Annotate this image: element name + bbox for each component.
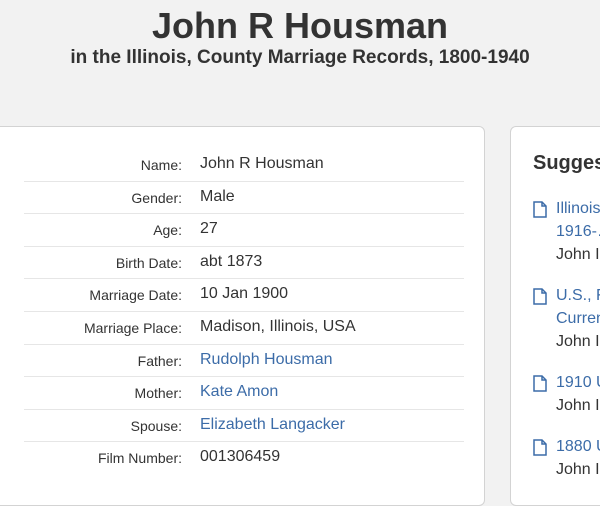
record-field-link[interactable]: Elizabeth Langacker	[200, 416, 345, 434]
record-field-value: 001306459	[200, 448, 281, 466]
record-field-label: Birth Date:	[115, 254, 182, 271]
record-row: Gender: Male	[24, 182, 464, 215]
document-icon	[533, 375, 547, 392]
record-field-link[interactable]: Kate Amon	[200, 383, 278, 401]
record-row: Mother: Kate Amon	[24, 377, 464, 410]
record-field-label: Age:	[153, 222, 182, 239]
record-field-label: Gender:	[131, 189, 182, 206]
suggested-record-title[interactable]: U.S., F	[556, 285, 600, 307]
page-subtitle: in the Illinois, County Marriage Records…	[70, 47, 530, 68]
record-field-value: Madison, Illinois, USA	[200, 317, 356, 335]
record-field-label: Father:	[137, 352, 182, 369]
record-field-label: Marriage Place:	[83, 319, 182, 336]
suggested-record-person: John I	[556, 333, 600, 350]
suggested-record-title[interactable]: Illinois	[556, 198, 600, 220]
record-field-link[interactable]: Rudolph Housman	[200, 351, 333, 369]
document-icon	[533, 439, 547, 456]
record-field-label: Name:	[140, 157, 182, 173]
suggested-record-person: John I	[556, 397, 600, 414]
record-row: Birth Date: abt 1873	[24, 247, 464, 280]
document-icon	[533, 201, 547, 218]
suggested-record-person: John I	[556, 461, 600, 478]
record-row: Spouse: Elizabeth Langacker	[24, 410, 464, 443]
record-row: Marriage Date: 10 Jan 1900	[24, 279, 464, 312]
record-row: Marriage Place: Madison, Illinois, USA	[24, 312, 464, 345]
record-field-value: 27	[200, 220, 218, 238]
record-field-label: Film Number:	[97, 450, 182, 467]
suggested-record-title[interactable]: 1880 U	[556, 436, 600, 458]
record-field-value: abt 1873	[200, 252, 263, 270]
suggested-record-title[interactable]: 1910 U	[556, 372, 600, 394]
record-row: Age: 27	[24, 214, 464, 247]
page-title: John R Housman	[151, 5, 448, 46]
record-details: Name: John R Housman Gender: Male Age: 27 Birt…	[24, 149, 464, 475]
suggested-records-heading: Sugges	[533, 152, 600, 174]
suggested-record-title[interactable]: 1916-…	[556, 221, 600, 243]
record-row: Father: Rudolph Housman	[24, 345, 464, 378]
record-field-label: Mother:	[134, 385, 182, 402]
record-field-value: 10 Jan 1900	[200, 285, 289, 303]
record-field-value: John R Housman	[200, 155, 324, 172]
record-field-label: Marriage Date:	[89, 287, 182, 304]
record-row: Name: John R Housman	[24, 149, 464, 182]
record-field-value: Male	[200, 187, 235, 205]
record-row: Film Number: 001306459	[24, 442, 464, 475]
document-icon	[533, 288, 547, 305]
suggested-record-title[interactable]: Curren	[556, 308, 600, 330]
record-field-label: Spouse:	[130, 417, 182, 434]
suggested-record-person: John I	[556, 246, 600, 263]
